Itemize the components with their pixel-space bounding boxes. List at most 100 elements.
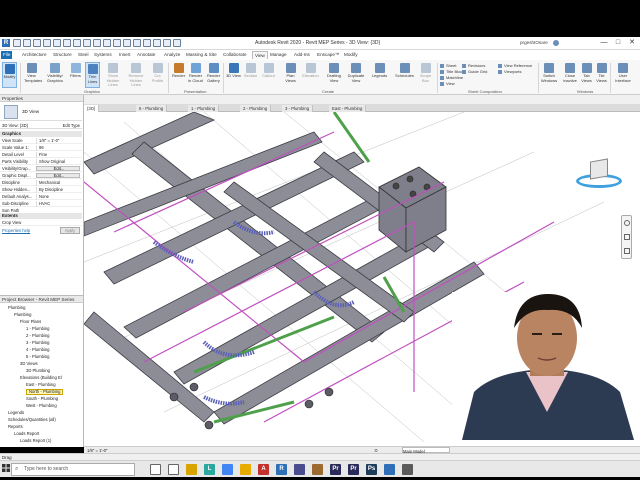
print-icon[interactable] — [63, 39, 71, 47]
close-button[interactable]: ✕ — [626, 38, 638, 48]
windows-start-icon[interactable] — [2, 464, 10, 472]
type-selector[interactable]: 3D View — [0, 103, 82, 121]
view-tab-3d[interactable]: {3D} — [84, 105, 100, 112]
3d-view-icon[interactable] — [103, 39, 111, 47]
property-row[interactable]: Default Analys... None — [0, 194, 82, 200]
viewcube[interactable] — [576, 152, 622, 192]
render-gallery-button[interactable]: Render Gallery — [206, 62, 221, 88]
render-in-cloud-button[interactable]: Render in Cloud — [188, 62, 203, 88]
thin-lines-button[interactable]: Thin Lines — [85, 62, 100, 88]
taskbar-app-icon[interactable] — [312, 464, 323, 475]
steering-wheel-icon[interactable] — [624, 220, 630, 226]
taskbar-app-icon[interactable]: L — [204, 464, 215, 475]
dimension-icon[interactable] — [83, 39, 91, 47]
property-row[interactable]: Visibility/Grap... Edit... — [0, 166, 82, 172]
cut-profile-button[interactable]: Cut Profile — [150, 62, 165, 88]
tab-file[interactable]: File — [1, 51, 13, 59]
render-button[interactable]: Render — [171, 62, 186, 88]
dropdown-icon[interactable] — [173, 39, 181, 47]
browser-item[interactable]: Plumbing — [8, 305, 25, 311]
user-name[interactable]: prgeshtOsare — [520, 40, 548, 45]
navigation-bar[interactable] — [621, 215, 632, 259]
tab-enscape[interactable]: Enscape™ — [315, 51, 341, 59]
maximize-button[interactable]: □ — [612, 38, 624, 48]
tab-insert[interactable]: Insert — [117, 51, 133, 59]
zoom-region-icon[interactable] — [624, 248, 630, 254]
browser-item[interactable]: 3 - Plumbing — [26, 340, 50, 346]
redo-icon[interactable] — [53, 39, 61, 47]
view-tab-2-plumbing[interactable]: 2 - Plumbing — [240, 105, 272, 112]
section-button[interactable]: Section — [243, 62, 258, 88]
browser-item[interactable]: 5 - Plumbing — [26, 354, 50, 360]
browser-item[interactable]: 3D Plumbing — [26, 368, 50, 374]
instance-selector[interactable]: 3D View: {3D} Edit Type — [0, 122, 82, 129]
tab-analyze[interactable]: Analyze — [162, 51, 182, 59]
edit-button[interactable]: Edit... — [36, 173, 80, 178]
taskbar-app-icon[interactable]: A — [258, 464, 269, 475]
browser-item[interactable]: 2 - Plumbing — [26, 333, 50, 339]
tab-steel[interactable]: Steel — [76, 51, 90, 59]
tab-manage[interactable]: Manage — [268, 51, 289, 59]
property-row[interactable]: Scale Value 1: 96 — [0, 145, 82, 151]
open-icon[interactable] — [13, 39, 21, 47]
revit-logo-icon[interactable]: R — [2, 39, 10, 47]
section-icon[interactable] — [113, 39, 121, 47]
scope-box-button[interactable]: Scope Box — [418, 62, 433, 88]
user-interface-button[interactable]: User Interface — [614, 62, 632, 88]
settings-icon[interactable] — [163, 39, 171, 47]
browser-item[interactable]: West - Plumbing — [26, 403, 57, 409]
tab-add-ins[interactable]: Add-Ins — [292, 51, 312, 59]
property-value[interactable]: Show Original — [36, 159, 80, 165]
taskbar-app-icon[interactable]: R — [276, 464, 287, 475]
schedules-button[interactable]: Schedules — [394, 62, 415, 88]
view-item[interactable]: View — [440, 81, 464, 87]
taskbar-app-icon[interactable] — [150, 464, 161, 475]
visibility-graphics-button[interactable]: Visibility/ Graphics — [46, 62, 64, 88]
tab-view[interactable]: View — [252, 51, 268, 59]
tab-modify[interactable]: Modify — [342, 51, 360, 59]
sync-icon[interactable] — [33, 39, 41, 47]
customize-qat-icon[interactable] — [153, 39, 161, 47]
crop-view-row[interactable]: Crop View — [0, 220, 82, 226]
filters-button[interactable]: Filters — [68, 62, 83, 88]
drafting-view-button[interactable]: Drafting View — [325, 62, 343, 88]
taskbar-app-icon[interactable] — [240, 464, 251, 475]
view-tab-5-plumbing[interactable]: 5 - Plumbing — [136, 105, 168, 112]
taskbar-app-icon[interactable]: Pr — [348, 464, 359, 475]
browser-item[interactable]: Reports — [8, 424, 23, 430]
elevation-button[interactable]: Elevation — [302, 62, 319, 88]
taskbar-app-icon[interactable]: Pr — [330, 464, 341, 475]
view-tab-east-plumbing[interactable]: East - Plumbing — [329, 105, 367, 112]
remove-hidden-lines-button[interactable]: Remove Hidden Lines — [127, 62, 145, 88]
property-row[interactable]: Graphic Displ... Edit... — [0, 173, 82, 179]
property-row[interactable]: Parts Visibility Show Original — [0, 159, 82, 165]
taskbar-app-icon[interactable] — [384, 464, 395, 475]
thin-lines-icon[interactable] — [123, 39, 131, 47]
tab-collaborate[interactable]: Collaborate — [221, 51, 249, 59]
viewports-item[interactable]: Viewports — [498, 69, 532, 75]
browser-item[interactable]: South - Plumbing — [26, 396, 58, 402]
browser-item[interactable]: Plumbing — [14, 312, 31, 318]
guide-grid-item[interactable]: Guide Grid — [462, 69, 487, 75]
property-value[interactable]: Fine — [36, 152, 80, 158]
taskbar-app-icon[interactable] — [168, 464, 179, 475]
close-hidden-icon[interactable] — [133, 39, 141, 47]
tab-massing-site[interactable]: Massing & Site — [184, 51, 219, 59]
taskbar-app-icon[interactable] — [294, 464, 305, 475]
apply-button[interactable]: Apply — [60, 227, 80, 234]
browser-item[interactable]: 1 - Plumbing — [26, 326, 50, 332]
browser-item[interactable]: Loads Report (1) — [20, 438, 51, 444]
tab-systems[interactable]: Systems — [92, 51, 114, 59]
modify-button[interactable]: Modify — [2, 62, 17, 88]
view-templates-button[interactable]: View Templates — [24, 62, 42, 88]
tab-structure[interactable]: Structure — [51, 51, 74, 59]
tile-views-button[interactable]: Tile Views — [594, 62, 609, 88]
switch-windows-button[interactable]: Switch Windows — [540, 62, 558, 88]
legends-button[interactable]: Legends — [371, 62, 388, 88]
taskbar-app-icon[interactable]: Ps — [366, 464, 377, 475]
properties-help-link[interactable]: Properties help — [2, 228, 30, 233]
browser-item[interactable]: East - Plumbing — [26, 382, 56, 388]
browser-item[interactable]: 3D Views — [20, 361, 38, 367]
tab-views-button[interactable]: Tab Views — [579, 62, 594, 88]
browser-item[interactable]: Elevations (Building El — [20, 375, 62, 381]
